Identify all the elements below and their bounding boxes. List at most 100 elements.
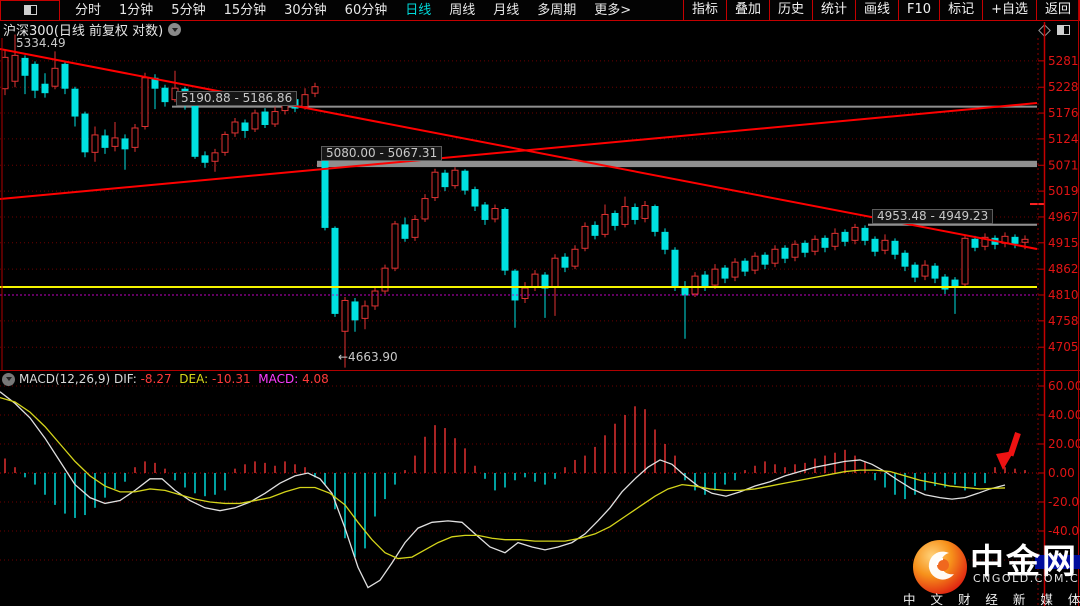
price-annotation: 5334.49	[16, 36, 66, 50]
candle-body	[141, 77, 149, 127]
candle-body	[411, 218, 419, 238]
zone-range-label: 5080.00 - 5067.31	[321, 145, 443, 161]
price-axis-label: 4915	[1048, 236, 1079, 250]
candle-body	[791, 243, 799, 258]
candle-body	[301, 94, 309, 108]
candle-body	[601, 213, 609, 235]
candle-body	[811, 238, 819, 252]
candle-body	[951, 279, 959, 288]
candle-body	[451, 169, 459, 187]
candle-body	[261, 111, 269, 125]
candle-body	[621, 206, 629, 225]
cngold-logo-icon	[913, 540, 967, 594]
candle-body	[421, 198, 429, 220]
candle-body	[1, 56, 9, 90]
candle-body	[361, 305, 369, 319]
candle-body	[741, 260, 749, 272]
macd-axis-label: 60.00	[1048, 379, 1080, 393]
zone-range-label: 4953.48 - 4949.23	[872, 208, 994, 224]
candle-body	[321, 155, 329, 228]
candle-body	[461, 170, 469, 191]
candle-body	[651, 206, 659, 232]
candle-body	[831, 232, 839, 247]
candle-body	[71, 88, 79, 117]
candle-body	[961, 237, 969, 285]
macd-indicator-name: MACD(12,26,9)	[19, 372, 111, 386]
candle-body	[401, 224, 409, 239]
candle-body	[211, 152, 219, 162]
candle-body	[521, 287, 529, 299]
candle-body	[631, 207, 639, 220]
candle-body	[821, 237, 829, 248]
macd-axis-label: 20.00	[1048, 437, 1080, 451]
macd-axis-label: 40.00	[1048, 408, 1080, 422]
dea-line	[0, 396, 1006, 560]
candle-body	[61, 63, 69, 89]
candle-body	[161, 87, 169, 103]
price-annotation: ←4663.90	[338, 350, 398, 364]
candle-body	[881, 239, 889, 251]
dif-label: DIF:	[110, 372, 141, 386]
candle-body	[701, 274, 709, 287]
candle-body	[391, 223, 399, 269]
zone-range-label: 5190.88 - 5186.86	[176, 90, 298, 106]
candle-body	[271, 111, 279, 125]
logo-url: CNGOLD.COM.CN	[973, 572, 1080, 585]
trendline[interactable]	[0, 102, 1038, 200]
main-price-chart[interactable]: 5281 5228 5176 5124 5071 5019 4967 4915 4862 4810…	[0, 34, 1079, 368]
logo-tagline: 中 文 财 经 新 媒 体	[903, 592, 1080, 606]
candle-body	[871, 238, 879, 252]
candle-body	[331, 227, 339, 314]
candle-body	[561, 256, 569, 268]
annotation-arrow-head	[996, 451, 1014, 470]
candle-body	[441, 172, 449, 188]
candle-body	[471, 189, 479, 207]
price-axis-label: 5071	[1048, 158, 1079, 172]
candle-body	[931, 265, 939, 279]
candle-body	[51, 67, 59, 87]
candle-body	[431, 171, 439, 199]
macd-axis-label: -20.00	[1048, 495, 1080, 509]
candle-body	[251, 112, 259, 130]
candle-body	[571, 248, 579, 267]
price-axis-label: 4810	[1048, 288, 1079, 302]
candle-body	[911, 264, 919, 278]
candle-body	[11, 54, 19, 82]
candle-body	[861, 227, 869, 241]
candle-body	[191, 105, 199, 157]
candle-body	[21, 57, 29, 76]
macd-header: MACD(12,26,9) DIF: -8.27 DEA: -10.31 MAC…	[2, 372, 329, 386]
candle-body	[511, 270, 519, 301]
price-axis-label: 4967	[1048, 210, 1079, 224]
candle-body	[31, 63, 39, 91]
candle-body	[1011, 236, 1019, 244]
macd-value: 4.08	[302, 372, 329, 386]
chart-canvas: 5281 5228 5176 5124 5071 5019 4967 4915 4862 4810…	[0, 0, 1080, 606]
candle-body	[801, 242, 809, 253]
candle-body	[91, 134, 99, 153]
candle-body	[841, 231, 849, 242]
candle-body	[761, 254, 769, 265]
collapse-chevron-icon[interactable]	[2, 372, 15, 386]
candle-body	[691, 275, 699, 295]
candle-body	[371, 290, 379, 307]
price-axis-label: 4862	[1048, 262, 1079, 276]
candle-body	[111, 137, 119, 147]
candle-body	[351, 301, 359, 321]
candle-body	[551, 257, 559, 288]
candle-body	[1021, 238, 1029, 243]
candle-body	[771, 248, 779, 264]
app-window: 5281 5228 5176 5124 5071 5019 4967 4915 4862 4810…	[0, 0, 1080, 606]
candle-body	[641, 205, 649, 219]
price-axis-label: 4705	[1048, 340, 1079, 354]
candle-body	[611, 212, 619, 226]
dea-value: -10.31	[211, 372, 251, 386]
candle-body	[481, 204, 489, 220]
price-axis-label: 5124	[1048, 132, 1079, 146]
candle-body	[591, 224, 599, 236]
candle-body	[41, 83, 49, 94]
candle-body	[751, 255, 759, 271]
candle-body	[681, 287, 689, 296]
dea-label: DEA:	[171, 372, 212, 386]
candle-body	[491, 208, 499, 220]
